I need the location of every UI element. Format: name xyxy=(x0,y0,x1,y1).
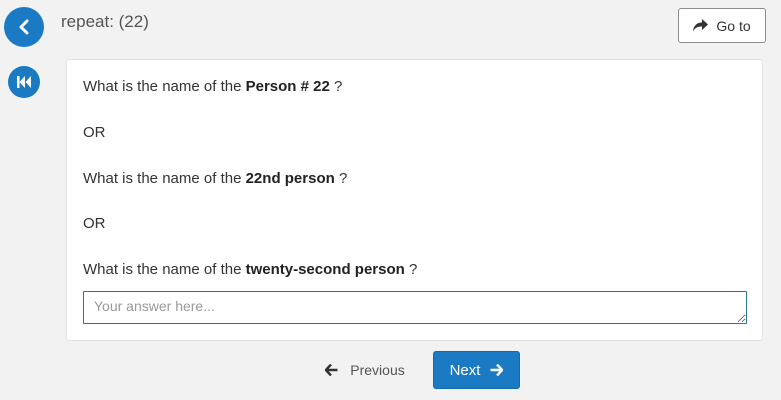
goto-button[interactable]: Go to xyxy=(678,8,766,43)
back-button[interactable] xyxy=(4,7,44,47)
chevron-left-icon xyxy=(19,19,29,35)
previous-button[interactable]: Previous xyxy=(315,352,415,388)
or-separator-2: OR xyxy=(83,215,106,232)
question-line-1-prefix: What is the name of the xyxy=(83,78,246,95)
answer-input[interactable] xyxy=(83,291,747,324)
previous-label: Previous xyxy=(350,362,405,378)
question-line-1: What is the name of the Person # 22 ? xyxy=(83,78,342,95)
next-label: Next xyxy=(449,361,481,379)
question-line-3-bold: twenty-second person xyxy=(245,261,405,278)
question-line-2-prefix: What is the name of the xyxy=(83,170,246,187)
next-button[interactable]: Next xyxy=(433,351,520,389)
fast-backward-icon xyxy=(17,76,31,88)
question-line-1-bold: Person # 22 xyxy=(245,78,330,95)
question-line-3-prefix: What is the name of the xyxy=(83,261,246,278)
question-line-2-suffix: ? xyxy=(334,170,348,187)
question-line-1-suffix: ? xyxy=(329,78,343,95)
arrow-left-icon xyxy=(325,364,338,376)
rewind-button[interactable] xyxy=(8,66,40,98)
arrow-right-icon xyxy=(490,364,504,376)
or-separator-1: OR xyxy=(83,124,106,141)
page-title: repeat: (22) xyxy=(61,12,149,31)
question-card: What is the name of the Person # 22 ? OR… xyxy=(66,59,763,341)
share-arrow-icon xyxy=(693,19,709,32)
goto-label: Go to xyxy=(716,17,751,34)
question-line-2-bold: 22nd person xyxy=(245,170,335,187)
question-line-3-suffix: ? xyxy=(404,261,418,278)
question-line-2: What is the name of the 22nd person ? xyxy=(83,170,347,187)
question-line-3: What is the name of the twenty-second pe… xyxy=(83,261,417,278)
survey-page: repeat: (22) Go to What is the name of t… xyxy=(0,0,781,400)
